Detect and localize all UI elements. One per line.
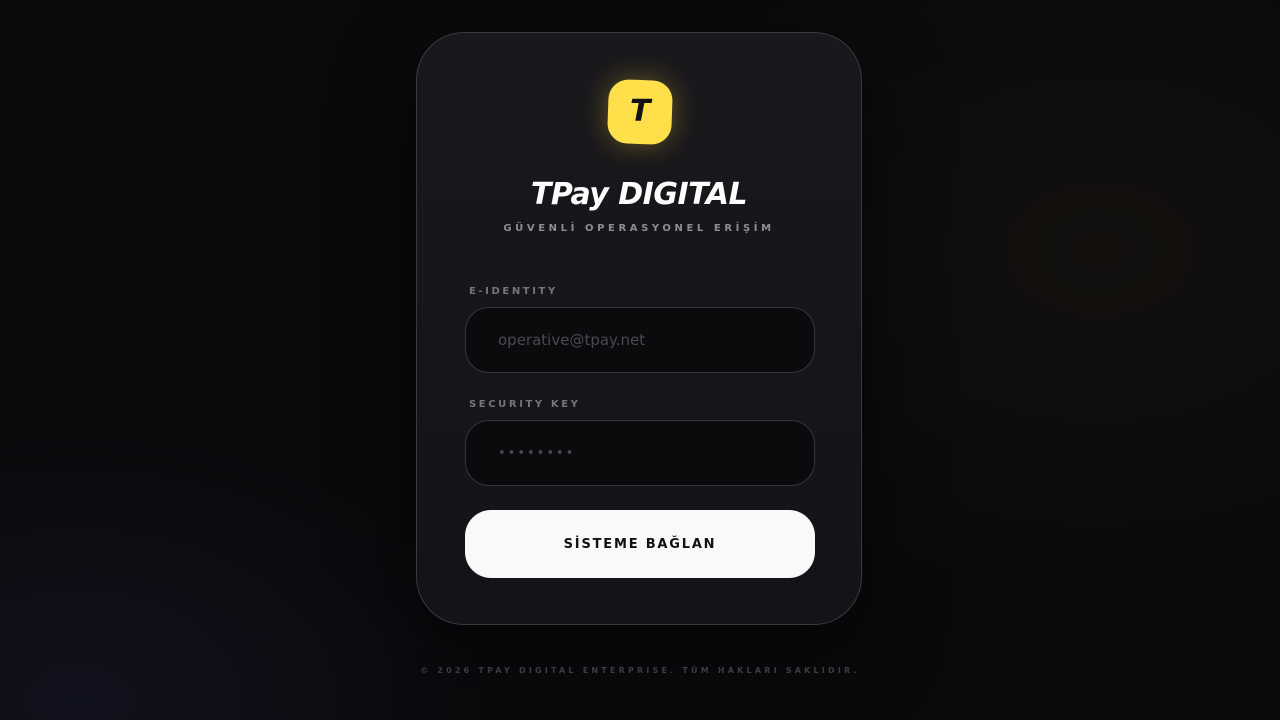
- footer-copyright: © 2026 TPAY DIGITAL ENTERPRISE. TÜM HAKL…: [420, 666, 860, 675]
- submit-button[interactable]: SİSTEME BAĞLAN: [465, 510, 815, 578]
- logo-icon: T: [629, 94, 651, 129]
- email-label: E-IDENTITY: [469, 286, 558, 297]
- security-key-label: SECURITY KEY: [469, 399, 581, 410]
- brand-subtitle: GÜVENLİ OPERASYONEL ERİŞİM: [503, 223, 775, 234]
- brand-title: TPay DIGITAL: [530, 177, 748, 212]
- logo-badge: T: [606, 78, 674, 146]
- email-field[interactable]: [465, 307, 815, 373]
- login-card: T TPay DIGITAL GÜVENLİ OPERASYONEL ERİŞİ…: [416, 32, 862, 625]
- security-key-field[interactable]: [465, 420, 815, 486]
